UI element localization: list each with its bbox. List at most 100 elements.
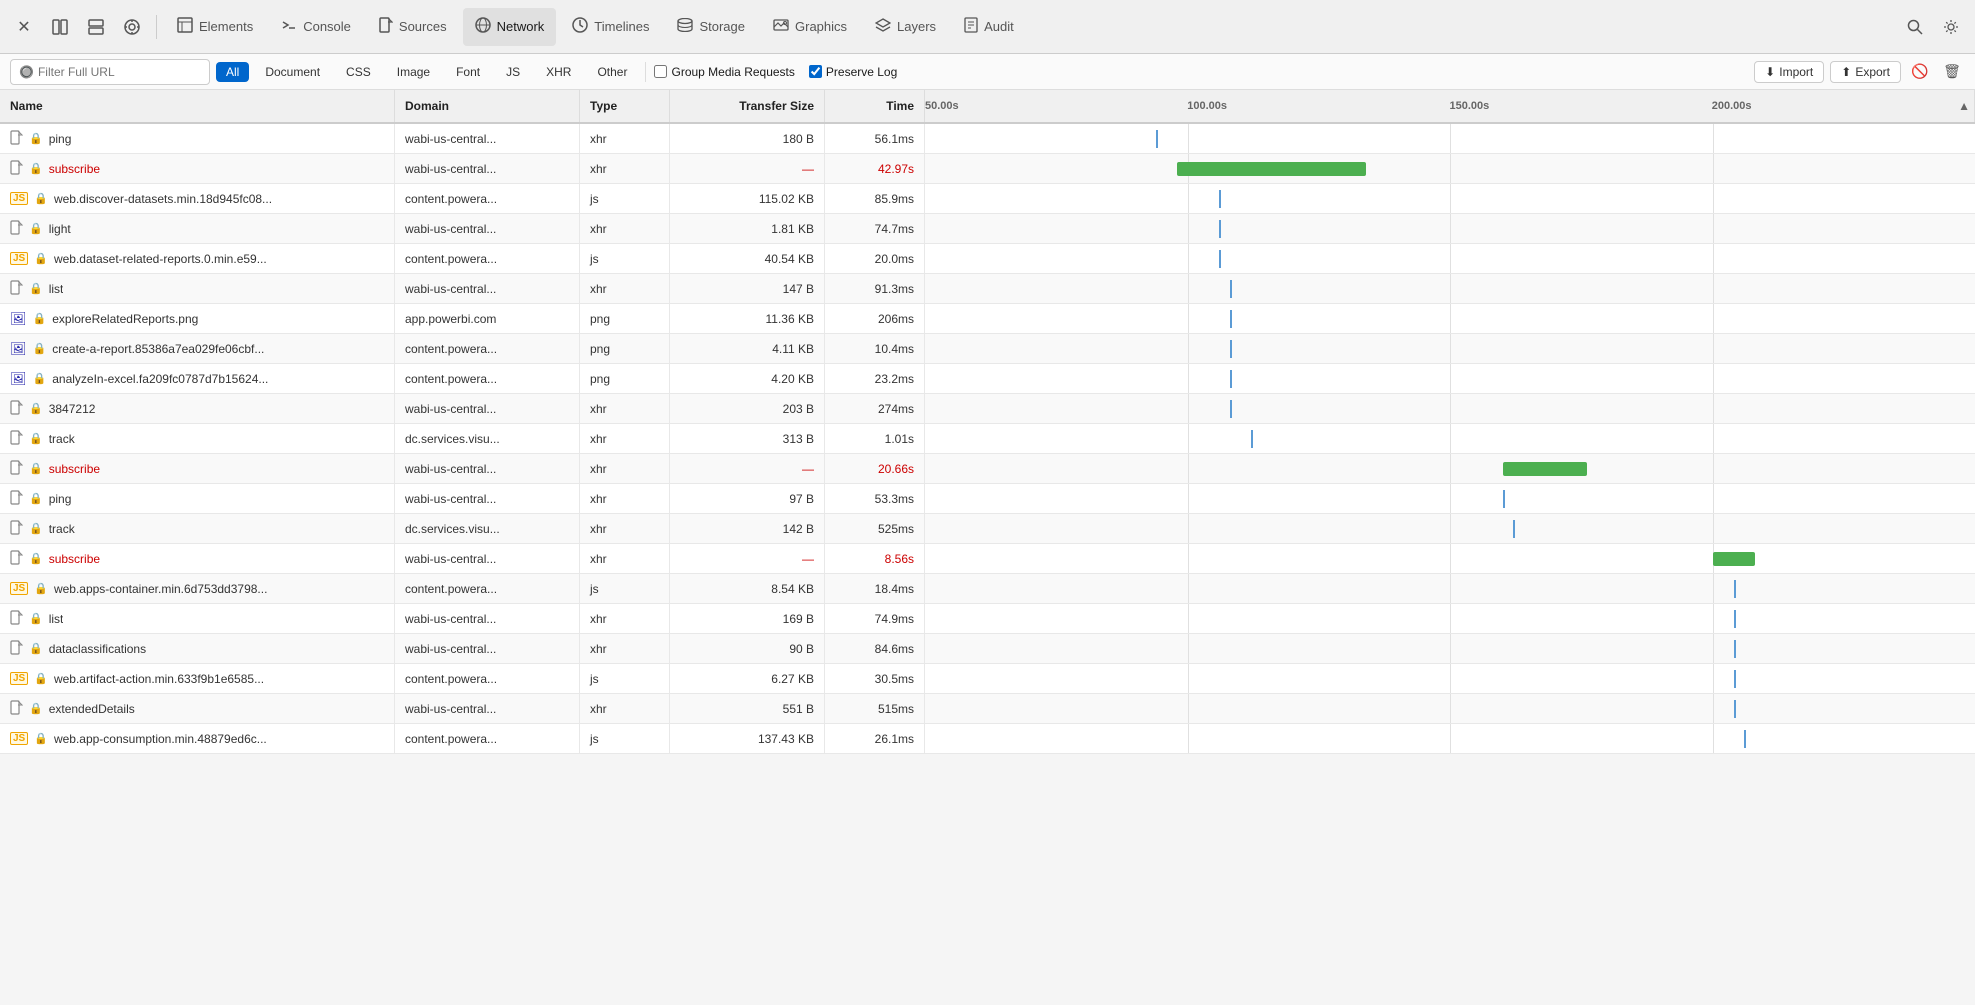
table-row[interactable]: JS 🔒 web.dataset-related-reports.0.min.e… (0, 244, 1975, 274)
tab-elements-label: Elements (199, 19, 253, 34)
td-type: xhr (580, 694, 670, 723)
search-button[interactable] (1899, 11, 1931, 43)
timeline-tick (1156, 130, 1158, 148)
th-name: Name (0, 90, 395, 122)
td-type: xhr (580, 274, 670, 303)
timeline-bar (1503, 462, 1587, 476)
table-row[interactable]: 🔒 track dc.services.visu... xhr 313 B 1.… (0, 424, 1975, 454)
td-time: 274ms (825, 394, 925, 423)
network-table: Name Domain Type Transfer Size Time 50.0… (0, 90, 1975, 1005)
table-row[interactable]: 🔒 subscribe wabi-us-central... xhr — 8.5… (0, 544, 1975, 574)
td-timeline (925, 334, 1975, 363)
filter-image-button[interactable]: Image (387, 62, 440, 82)
td-name: JS 🔒 web.app-consumption.min.48879ed6c..… (0, 724, 395, 753)
grid-line (1713, 484, 1714, 513)
table-row[interactable]: 🔒 ping wabi-us-central... xhr 97 B 53.3m… (0, 484, 1975, 514)
table-row[interactable]: 🖼 🔒 create-a-report.85386a7ea029fe06cbf.… (0, 334, 1975, 364)
preserve-log-checkbox[interactable]: Preserve Log (809, 65, 897, 79)
tab-storage[interactable]: Storage (665, 8, 757, 46)
tab-layers[interactable]: Layers (863, 8, 948, 46)
td-size: 180 B (670, 124, 825, 153)
grid-line (1188, 184, 1189, 213)
timeline-label-150: 150.00s (1450, 100, 1490, 112)
filter-other-button[interactable]: Other (587, 62, 637, 82)
td-type: xhr (580, 484, 670, 513)
td-time: 525ms (825, 514, 925, 543)
grid-line (1188, 724, 1189, 753)
lock-icon: 🔒 (29, 162, 43, 175)
table-row[interactable]: JS 🔒 web.app-consumption.min.48879ed6c..… (0, 724, 1975, 754)
filter-all-button[interactable]: All (216, 62, 249, 82)
filter-js-button[interactable]: JS (496, 62, 530, 82)
td-name: JS 🔒 web.dataset-related-reports.0.min.e… (0, 244, 395, 273)
table-row[interactable]: 🖼 🔒 analyzeIn-excel.fa209fc0787d7b15624.… (0, 364, 1975, 394)
td-name: 🔒 ping (0, 124, 395, 153)
import-button[interactable]: ⬇ Import (1754, 61, 1824, 83)
filter-xhr-button[interactable]: XHR (536, 62, 581, 82)
filter-css-button[interactable]: CSS (336, 62, 381, 82)
table-row[interactable]: 🔒 list wabi-us-central... xhr 169 B 74.9… (0, 604, 1975, 634)
td-name: 🔒 track (0, 424, 395, 453)
timeline-collapse-button[interactable]: ▲ (1958, 99, 1970, 113)
tab-console[interactable]: Console (269, 8, 363, 46)
group-media-checkbox[interactable]: Group Media Requests (654, 65, 794, 79)
grid-line (1713, 694, 1714, 723)
filter-document-button[interactable]: Document (255, 62, 330, 82)
table-row[interactable]: JS 🔒 web.artifact-action.min.633f9b1e658… (0, 664, 1975, 694)
td-timeline (925, 214, 1975, 243)
table-row[interactable]: 🔒 light wabi-us-central... xhr 1.81 KB 7… (0, 214, 1975, 244)
layout2-button[interactable] (80, 11, 112, 43)
tab-graphics[interactable]: Graphics (761, 8, 859, 46)
row-name: web.artifact-action.min.633f9b1e6585... (54, 672, 264, 686)
tab-sources[interactable]: Sources (367, 8, 459, 46)
table-row[interactable]: 🔒 list wabi-us-central... xhr 147 B 91.3… (0, 274, 1975, 304)
target-button[interactable] (116, 11, 148, 43)
group-media-input[interactable] (654, 65, 667, 78)
table-row[interactable]: 🔒 extendedDetails wabi-us-central... xhr… (0, 694, 1975, 724)
audit-icon (964, 17, 978, 36)
td-type: xhr (580, 544, 670, 573)
td-timeline (925, 574, 1975, 603)
grid-line (1450, 694, 1451, 723)
filter-url-input[interactable] (38, 65, 201, 79)
tab-elements[interactable]: Elements (165, 8, 265, 46)
grid-line (1450, 544, 1451, 573)
td-domain: app.powerbi.com (395, 304, 580, 333)
table-row[interactable]: 🔒 subscribe wabi-us-central... xhr — 42.… (0, 154, 1975, 184)
preserve-log-input[interactable] (809, 65, 822, 78)
grid-line (1188, 214, 1189, 243)
grid-line (1713, 364, 1714, 393)
table-row[interactable]: 🔒 track dc.services.visu... xhr 142 B 52… (0, 514, 1975, 544)
grid-line (1713, 514, 1714, 543)
settings-button[interactable] (1935, 11, 1967, 43)
td-timeline (925, 424, 1975, 453)
table-row[interactable]: JS 🔒 web.apps-container.min.6d753dd3798.… (0, 574, 1975, 604)
table-row[interactable]: 🔒 ping wabi-us-central... xhr 180 B 56.1… (0, 124, 1975, 154)
table-row[interactable]: 🖼 🔒 exploreRelatedReports.png app.powerb… (0, 304, 1975, 334)
timeline-bar (1713, 552, 1755, 566)
grid-line (1188, 694, 1189, 723)
tab-timelines[interactable]: Timelines (560, 8, 661, 46)
lock-icon: 🔒 (33, 312, 47, 325)
tab-network[interactable]: Network (463, 8, 557, 46)
table-row[interactable]: 🔒 3847212 wabi-us-central... xhr 203 B 2… (0, 394, 1975, 424)
td-domain: content.powera... (395, 334, 580, 363)
table-row[interactable]: JS 🔒 web.discover-datasets.min.18d945fc0… (0, 184, 1975, 214)
tab-audit[interactable]: Audit (952, 8, 1026, 46)
table-row[interactable]: 🔒 dataclassifications wabi-us-central...… (0, 634, 1975, 664)
row-name: ping (49, 492, 72, 506)
clear-button[interactable]: 🗑 (1939, 59, 1965, 85)
td-domain: content.powera... (395, 664, 580, 693)
td-size: 115.02 KB (670, 184, 825, 213)
row-name: exploreRelatedReports.png (52, 312, 198, 326)
grid-line (1713, 454, 1714, 483)
export-button[interactable]: ⬆ Export (1830, 61, 1901, 83)
grid-line (1713, 394, 1714, 423)
export-label: Export (1855, 65, 1890, 79)
layout1-button[interactable] (44, 11, 76, 43)
timeline-tick (1744, 730, 1746, 748)
filter-font-button[interactable]: Font (446, 62, 490, 82)
filter-toggle-button[interactable]: 🚫 (1907, 59, 1933, 85)
close-button[interactable]: ✕ (8, 11, 40, 43)
table-row[interactable]: 🔒 subscribe wabi-us-central... xhr — 20.… (0, 454, 1975, 484)
